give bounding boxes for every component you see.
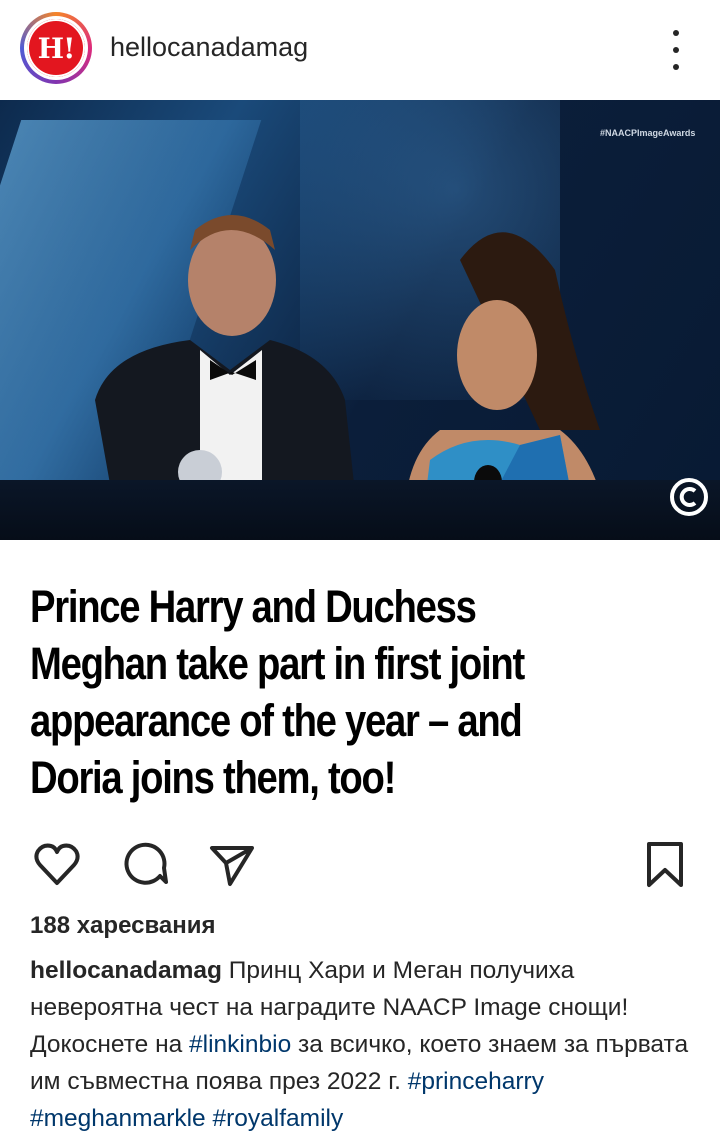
more-options-icon[interactable] xyxy=(664,30,688,70)
likes-count[interactable]: 188 харесвания xyxy=(30,912,215,940)
post-actions xyxy=(0,838,720,892)
caption-username[interactable]: hellocanadamag xyxy=(30,957,222,984)
avatar[interactable]: H! xyxy=(20,12,92,84)
hashtag-link[interactable]: #linkinbio xyxy=(189,1031,291,1058)
post-headline: Prince Harry and Duchess Meghan take par… xyxy=(30,581,525,803)
photo-hashtag-overlay: #NAACPImageAwards xyxy=(600,128,696,138)
heart-icon[interactable] xyxy=(32,838,82,892)
post-username[interactable]: hellocanadamag xyxy=(110,32,308,63)
hashtag-link[interactable]: #royalfamily xyxy=(213,1105,344,1132)
post-header: H! hellocanadamag xyxy=(0,0,720,100)
send-icon[interactable] xyxy=(206,838,256,892)
bookmark-icon[interactable] xyxy=(640,838,690,892)
hashtag-link[interactable]: #princeharry xyxy=(408,1068,544,1095)
comment-icon[interactable] xyxy=(120,838,170,892)
comedy-central-logo-icon xyxy=(670,478,708,516)
post-image[interactable]: #NAACPImageAwards xyxy=(0,100,720,540)
hashtag-link[interactable]: #meghanmarkle xyxy=(30,1105,206,1132)
hello-logo: H! xyxy=(27,19,85,77)
photo-figures xyxy=(95,215,610,540)
post-caption: hellocanadamag Принц Хари и Меган получи… xyxy=(30,952,690,1137)
